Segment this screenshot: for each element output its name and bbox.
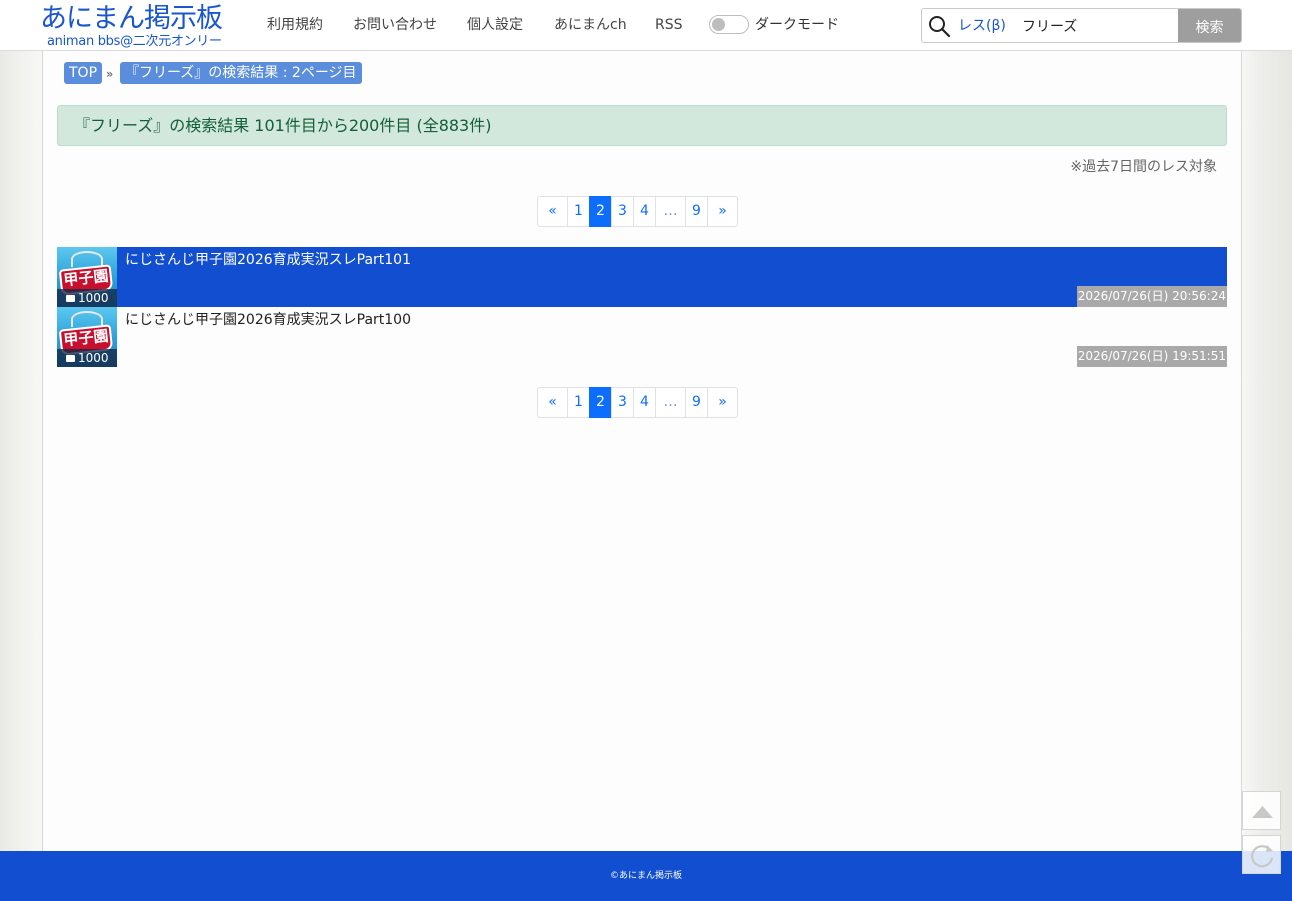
thread-row[interactable]: 甲子園 1000 にじさんじ甲子園2026育成実況スレPart101 2026/… bbox=[57, 247, 1227, 307]
search-button[interactable]: 検索 bbox=[1178, 9, 1241, 42]
scroll-top-button[interactable] bbox=[1242, 791, 1281, 830]
reply-count: 1000 bbox=[57, 289, 117, 307]
pager-page-2[interactable]: 2 bbox=[589, 196, 612, 227]
comment-bubble-icon bbox=[66, 295, 75, 302]
logo-subtitle: animan bbs@二次元オンリー bbox=[47, 34, 222, 49]
dark-mode-toggle[interactable] bbox=[709, 15, 749, 34]
pagination-top: « 1 2 3 4 … 9 » bbox=[537, 196, 738, 227]
thread-date: 2026/07/26(日) 20:56:24 bbox=[1076, 286, 1227, 307]
thread-title[interactable]: にじさんじ甲子園2026育成実況スレPart100 bbox=[125, 310, 411, 330]
pager-page-4[interactable]: 4 bbox=[633, 387, 656, 418]
pager-page-9[interactable]: 9 bbox=[685, 387, 708, 418]
nav-settings[interactable]: 個人設定 bbox=[467, 16, 523, 34]
search-type-select[interactable]: レス(β) bbox=[958, 17, 1006, 35]
reload-button[interactable] bbox=[1242, 835, 1281, 874]
site-footer: ©あにまん掲示板 bbox=[0, 851, 1292, 901]
pager-first-button[interactable]: « bbox=[537, 387, 568, 418]
pagination-bottom: « 1 2 3 4 … 9 » bbox=[537, 387, 738, 418]
dark-mode-label: ダークモード bbox=[755, 17, 839, 33]
reply-count: 1000 bbox=[57, 349, 117, 367]
pager-page-3[interactable]: 3 bbox=[611, 387, 634, 418]
pager-next-button[interactable]: » bbox=[707, 387, 738, 418]
nav-rss[interactable]: RSS bbox=[655, 16, 683, 34]
site-header: あにまん掲示板 animan bbs@二次元オンリー 利用規約 お問い合わせ 個… bbox=[0, 0, 1292, 51]
search-input[interactable] bbox=[1019, 13, 1175, 39]
pager-page-9[interactable]: 9 bbox=[685, 196, 708, 227]
thread-row[interactable]: 甲子園 1000 にじさんじ甲子園2026育成実況スレPart100 2026/… bbox=[57, 307, 1227, 367]
toggle-knob bbox=[712, 18, 725, 31]
pager-first-button[interactable]: « bbox=[537, 196, 568, 227]
pager-ellipsis: … bbox=[655, 196, 686, 227]
pager-page-4[interactable]: 4 bbox=[633, 196, 656, 227]
breadcrumb-separator: » bbox=[106, 67, 114, 81]
breadcrumb-top[interactable]: TOP bbox=[64, 62, 103, 84]
thread-date: 2026/07/26(日) 19:51:51 bbox=[1076, 346, 1227, 367]
breadcrumb-current: 『フリーズ』の検索結果 : 2ページ目 bbox=[120, 62, 362, 84]
pager-ellipsis: … bbox=[655, 387, 686, 418]
nav-animanch[interactable]: あにまんch bbox=[554, 16, 627, 34]
pager-page-3[interactable]: 3 bbox=[611, 196, 634, 227]
nav-contact[interactable]: お問い合わせ bbox=[353, 16, 437, 34]
pager-page-1[interactable]: 1 bbox=[567, 196, 590, 227]
site-logo[interactable]: あにまん掲示板 animan bbs@二次元オンリー bbox=[40, 2, 250, 50]
pager-page-1[interactable]: 1 bbox=[567, 387, 590, 418]
logo-title: あにまん掲示板 bbox=[40, 3, 223, 34]
search-bar: レス(β) 検索 bbox=[921, 8, 1242, 43]
thread-thumbnail: 甲子園 1000 bbox=[57, 247, 117, 307]
nav-terms[interactable]: 利用規約 bbox=[267, 16, 323, 34]
search-icon[interactable] bbox=[927, 14, 951, 38]
thread-title[interactable]: にじさんじ甲子園2026育成実況スレPart101 bbox=[125, 250, 411, 270]
thread-thumbnail: 甲子園 1000 bbox=[57, 307, 117, 367]
main-content bbox=[42, 51, 1242, 851]
comment-bubble-icon bbox=[66, 355, 75, 362]
scroll-top-icon bbox=[1252, 806, 1273, 818]
pager-next-button[interactable]: » bbox=[707, 196, 738, 227]
search-result-summary: 『フリーズ』の検索結果 101件目から200件目 (全883件) bbox=[57, 105, 1227, 146]
pager-page-2[interactable]: 2 bbox=[589, 387, 612, 418]
search-scope-note: ※過去7日間のレス対象 bbox=[1070, 159, 1217, 175]
reload-icon bbox=[1251, 845, 1274, 868]
